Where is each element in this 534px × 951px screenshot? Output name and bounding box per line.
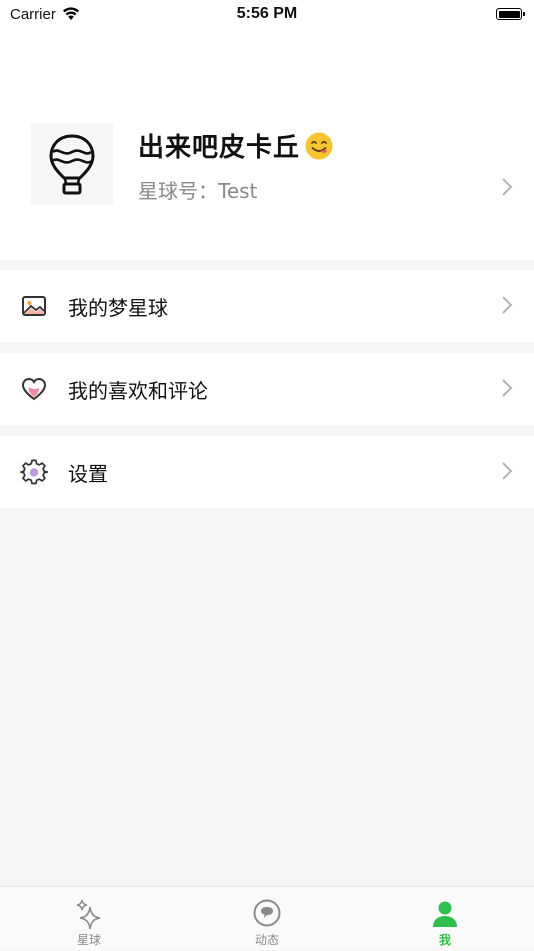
chevron-right-icon[interactable] (500, 176, 514, 198)
carrier-label: Carrier (10, 5, 56, 23)
tab-feed[interactable]: 动态 (178, 887, 356, 951)
tab-bar: 星球 动态 我 (0, 886, 534, 950)
menu-item-settings[interactable]: 设置 (0, 436, 534, 508)
profile-name: 出来吧皮卡丘 (138, 127, 334, 164)
profile-name-text: 出来吧皮卡丘 (138, 133, 301, 163)
battery-icon (496, 8, 525, 20)
image-icon (22, 296, 46, 316)
profile-id: 星球号：Test (138, 175, 257, 204)
chevron-right-icon (502, 379, 513, 397)
status-bar: Carrier 5:56 PM (0, 0, 534, 28)
menu-item-dream-planet[interactable]: 我的梦星球 (0, 270, 534, 342)
heart-icon (21, 377, 47, 401)
profile-id-value: Test (218, 179, 258, 203)
tab-planet[interactable]: 星球 (0, 887, 178, 951)
profile-header[interactable]: 出来吧皮卡丘 星球号：Test (0, 28, 534, 260)
tab-me[interactable]: 我 (356, 887, 534, 951)
tab-label-me: 我 (438, 933, 451, 947)
tab-label-planet: 星球 (76, 933, 101, 947)
menu-label-likes-comments: 我的喜欢和评论 (68, 378, 208, 403)
hot-air-balloon-icon (49, 134, 95, 195)
tab-label-feed: 动态 (254, 933, 279, 947)
chevron-right-icon (502, 462, 513, 480)
wifi-icon (62, 7, 79, 20)
menu-item-likes-comments[interactable]: 我的喜欢和评论 (0, 353, 534, 425)
status-time: 5:56 PM (236, 5, 298, 22)
menu-label-dream-planet: 我的梦星球 (68, 295, 168, 320)
chat-bubble-icon (253, 899, 281, 927)
avatar[interactable] (31, 123, 113, 205)
menu-label-settings: 设置 (68, 461, 108, 486)
gear-icon (20, 459, 48, 485)
profile-id-label: 星球号： (138, 179, 218, 203)
status-left: Carrier (10, 6, 80, 23)
person-icon (433, 901, 457, 927)
chevron-right-icon (502, 296, 513, 314)
sparkle-icon (76, 899, 101, 929)
yum-face-emoji-icon (305, 132, 333, 159)
